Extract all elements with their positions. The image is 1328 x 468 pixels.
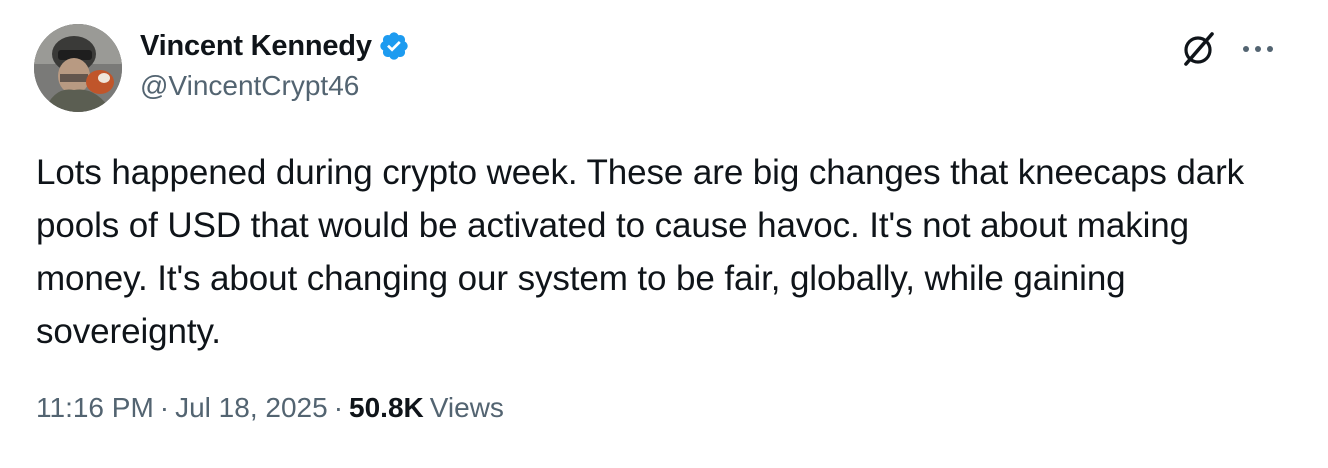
display-name[interactable]: Vincent Kennedy xyxy=(140,30,372,63)
tweet-time[interactable]: 11:16 PM xyxy=(36,392,154,424)
views-label[interactable]: Views xyxy=(430,392,504,424)
name-row: Vincent Kennedy xyxy=(140,28,410,64)
avatar[interactable] xyxy=(34,24,122,112)
user-handle[interactable]: @VincentCrypt46 xyxy=(140,70,410,102)
grok-icon[interactable] xyxy=(1180,30,1218,68)
tweet-text: Lots happened during crypto week. These … xyxy=(36,153,1245,351)
author-block: Vincent Kennedy @VincentCrypt46 xyxy=(140,28,410,102)
tweet-date[interactable]: Jul 18, 2025 xyxy=(175,392,328,424)
views-count[interactable]: 50.8K xyxy=(349,392,424,424)
more-options-icon[interactable] xyxy=(1240,40,1276,58)
tweet-card: Vincent Kennedy @VincentCrypt46 Lots hap… xyxy=(0,0,1328,468)
verified-badge-icon[interactable] xyxy=(378,30,410,62)
tweet-meta: 11:16 PM · Jul 18, 2025 · 50.8K Views xyxy=(36,392,504,424)
meta-separator: · xyxy=(159,392,170,423)
meta-separator: · xyxy=(333,392,344,423)
avatar-image xyxy=(34,24,122,112)
